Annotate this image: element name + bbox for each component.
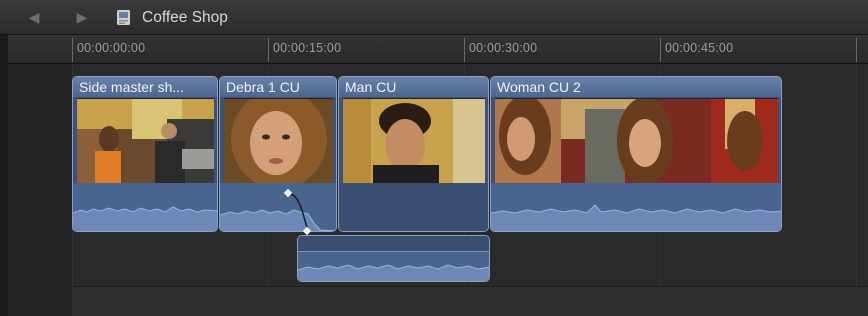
left-rail: [0, 35, 8, 316]
ruler-label-3: 00:00:45:00: [665, 41, 734, 55]
ruler-tick: [660, 38, 661, 62]
clip-header: Man CU: [339, 77, 488, 97]
ruler-label-1: 00:00:15:00: [273, 41, 342, 55]
clip-header: Woman CU 2: [491, 77, 781, 97]
clip-thumbnail: [343, 98, 485, 184]
project-icon: [117, 10, 130, 25]
clip-name: Debra 1 CU: [226, 79, 300, 95]
clip-audio-waveform: [220, 183, 336, 231]
clip-thumbnail: [77, 98, 214, 184]
ruler-label-2: 00:00:30:00: [469, 41, 538, 55]
empty-track-band: [72, 286, 868, 316]
timeline-window: ◀ ▶ Coffee Shop 00:00:00:00 00:00:15:00 …: [0, 0, 868, 316]
clip-header: Side master sh...: [73, 77, 217, 97]
clip-name: Woman CU 2: [497, 79, 581, 95]
clip-thumbnail: [224, 98, 333, 184]
clip-header: Debra 1 CU: [220, 77, 336, 97]
timecode-ruler[interactable]: 00:00:00:00 00:00:15:00 00:00:30:00 00:0…: [8, 35, 868, 64]
clip-audio-waveform: [73, 183, 217, 231]
audio-keyframe[interactable]: [300, 224, 314, 238]
clip-man-cu[interactable]: Man CU: [338, 76, 489, 232]
ruler-tick: [856, 38, 857, 62]
connected-audio-waveform: [298, 264, 489, 281]
clip-audio-waveform: [491, 183, 781, 231]
back-arrow-icon[interactable]: ◀: [22, 8, 46, 26]
track-gutter: [8, 64, 72, 316]
clip-debra-1-cu[interactable]: Debra 1 CU: [219, 76, 337, 232]
clip-audio-empty: [339, 183, 488, 231]
ruler-label-0: 00:00:00:00: [77, 41, 146, 55]
grid-line: [856, 64, 857, 316]
ruler-tick: [72, 38, 73, 62]
ruler-tick: [464, 38, 465, 62]
ruler-tick: [268, 38, 269, 62]
clip-name: Side master sh...: [79, 79, 185, 95]
connected-audio-clip[interactable]: [297, 235, 490, 282]
clip-thumbnail: [495, 98, 778, 184]
timeline-title-bar: ◀ ▶ Coffee Shop: [0, 0, 868, 35]
clip-woman-cu-2[interactable]: Woman CU 2: [490, 76, 782, 232]
clip-name: Man CU: [345, 79, 397, 95]
clip-side-master[interactable]: Side master sh...: [72, 76, 218, 232]
forward-arrow-icon[interactable]: ▶: [70, 8, 94, 26]
project-title: Coffee Shop: [142, 9, 228, 26]
